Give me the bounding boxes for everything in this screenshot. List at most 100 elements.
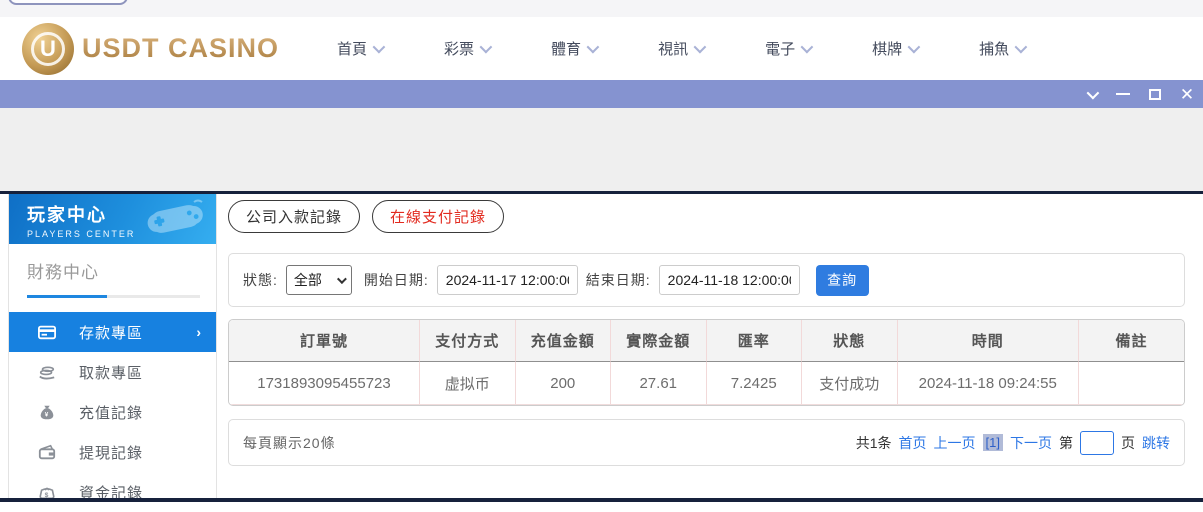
chevron-down-icon	[372, 40, 386, 54]
sidebar-item-withdraw-zone[interactable]: 取款專區	[9, 352, 216, 392]
nav-label: 視訊	[658, 41, 689, 58]
svg-text:¥: ¥	[45, 412, 49, 419]
sidebar: 玩家中心 PLAYERS CENTER 財務中心 存款專區 › 取款專區 ¥ 充…	[8, 194, 217, 502]
table-row: 1731893095455723 虚拟币 200 27.61 7.2425 支付…	[229, 362, 1184, 405]
chevron-down-icon	[1086, 86, 1099, 99]
nav-label: 電子	[765, 41, 796, 58]
titlebar-chevron-button[interactable]	[1075, 80, 1107, 108]
nav-item-sports[interactable]: 體育	[551, 38, 600, 59]
jump-suffix-text: 页	[1121, 434, 1135, 451]
close-icon: ✕	[1179, 84, 1195, 104]
tab-label: 公司入款記錄	[246, 209, 343, 226]
pagination-bar: 每頁顯示20條 共1条 首页 上一页 [1] 下一页 第 页 跳转	[228, 419, 1185, 466]
first-page-link[interactable]: 首页	[899, 433, 927, 453]
main-nav: 首頁 彩票 體育 視訊 電子 棋牌 捕魚	[337, 38, 1028, 59]
gray-band	[0, 108, 1203, 191]
site-header: U USDT CASINO 首頁 彩票 體育 視訊 電子 棋牌 捕魚	[0, 17, 1203, 80]
logo-ball-icon: U	[22, 22, 74, 75]
next-page-link[interactable]: 下一页	[1010, 433, 1052, 453]
start-date-label: 開始日期:	[363, 272, 429, 288]
withdraw-hand-icon	[37, 362, 57, 382]
minimize-button[interactable]	[1107, 80, 1139, 108]
chevron-down-icon	[907, 40, 921, 54]
logo-text: USDT CASINO	[82, 33, 280, 63]
start-date-input[interactable]	[436, 265, 578, 295]
logo-monogram: U	[40, 35, 56, 61]
header-time: 時間	[897, 320, 1079, 362]
finance-underline	[27, 295, 200, 298]
table-header-row: 訂單號 支付方式 充值金額 實際金額 匯率 狀態 時間 備註	[229, 320, 1184, 362]
status-label: 狀態:	[243, 272, 278, 288]
search-button[interactable]: 查詢	[815, 264, 869, 296]
nav-label: 棋牌	[872, 41, 903, 58]
end-date-label: 結束日期:	[585, 272, 651, 288]
filter-panel: 狀態: 全部 開始日期: 結束日期: 查詢	[228, 253, 1185, 307]
bottom-divider	[0, 498, 1203, 502]
nav-label: 彩票	[444, 41, 475, 58]
end-date-input[interactable]	[658, 265, 800, 295]
tab-company-deposit-records[interactable]: 公司入款記錄	[228, 200, 361, 233]
sidebar-item-label: 取款專區	[79, 364, 144, 382]
chevron-down-icon	[693, 40, 707, 54]
maximize-icon	[1149, 88, 1161, 100]
finance-section: 財務中心	[9, 244, 216, 298]
header-recharge-amount: 充值金額	[515, 320, 611, 362]
chevron-down-icon	[586, 40, 600, 54]
sidebar-item-deposit-zone[interactable]: 存款專區 ›	[9, 312, 216, 352]
deposit-card-icon	[37, 322, 57, 342]
nav-label: 首頁	[337, 41, 368, 58]
window-titlebar: ✕	[0, 80, 1203, 108]
maximize-button[interactable]	[1139, 80, 1171, 108]
header-actual-amount: 實際金額	[611, 320, 707, 362]
jump-button[interactable]: 跳转	[1142, 433, 1170, 453]
jump-page-input[interactable]	[1080, 430, 1114, 455]
cell-recharge-amount: 200	[515, 362, 611, 405]
tab-online-payment-records[interactable]: 在線支付記錄	[372, 200, 505, 233]
sidebar-item-label: 充值記錄	[79, 404, 144, 422]
chevron-down-icon	[479, 40, 493, 54]
close-button[interactable]: ✕	[1171, 80, 1203, 108]
header-pay-method: 支付方式	[420, 320, 516, 362]
sidebar-item-funds-records[interactable]: $ 資金記錄	[9, 472, 216, 512]
cell-actual-amount: 27.61	[611, 362, 707, 405]
pagination-controls: 共1条 首页 上一页 [1] 下一页 第 页 跳转	[856, 430, 1170, 455]
records-table: 訂單號 支付方式 充值金額 實際金額 匯率 狀態 時間 備註 173189309…	[228, 319, 1185, 406]
cutoff-pill-fragment	[8, 0, 128, 5]
nav-item-slots[interactable]: 電子	[765, 38, 814, 59]
money-bag-icon: ¥	[37, 402, 57, 422]
nav-item-fishing[interactable]: 捕魚	[979, 38, 1028, 59]
chevron-down-icon	[1014, 40, 1028, 54]
cell-exchange-rate: 7.2425	[706, 362, 802, 405]
sidebar-header: 玩家中心 PLAYERS CENTER	[9, 194, 216, 244]
header-note: 備註	[1078, 320, 1184, 362]
status-select[interactable]: 全部	[285, 265, 352, 295]
header-status: 狀態	[802, 320, 898, 362]
header-exchange-rate: 匯率	[706, 320, 802, 362]
current-page-badge: [1]	[982, 434, 1003, 451]
site-logo[interactable]: U USDT CASINO	[22, 22, 280, 75]
cell-order-no: 1731893095455723	[229, 362, 420, 405]
chevron-right-icon: ›	[196, 324, 202, 340]
gamepad-icon	[147, 199, 203, 233]
status-select-value: 全部	[293, 272, 322, 288]
sidebar-item-recharge-records[interactable]: ¥ 充值記錄	[9, 392, 216, 432]
cell-note	[1078, 362, 1184, 405]
finance-section-title: 財務中心	[27, 263, 99, 282]
nav-label: 捕魚	[979, 41, 1010, 58]
prev-page-link[interactable]: 上一页	[934, 433, 976, 453]
header-order-no: 訂單號	[229, 320, 420, 362]
chevron-down-icon	[800, 40, 814, 54]
nav-item-live[interactable]: 視訊	[658, 38, 707, 59]
sidebar-item-label: 存款專區	[79, 324, 144, 342]
nav-item-cards[interactable]: 棋牌	[872, 38, 921, 59]
player-center-page: 玩家中心 PLAYERS CENTER 財務中心 存款專區 › 取款專區 ¥ 充…	[0, 194, 1203, 502]
main-content: 公司入款記錄 在線支付記錄 狀態: 全部 開始日期: 結束日期: 查詢 訂單號 …	[228, 194, 1185, 466]
cell-time: 2024-11-18 09:24:55	[897, 362, 1079, 405]
sidebar-item-withdraw-records[interactable]: 提現記錄	[9, 432, 216, 472]
record-tabs: 公司入款記錄 在線支付記錄	[228, 200, 1185, 233]
nav-item-lottery[interactable]: 彩票	[444, 38, 493, 59]
chevron-down-icon	[336, 273, 347, 284]
cell-pay-method: 虚拟币	[420, 362, 516, 405]
nav-item-home[interactable]: 首頁	[337, 38, 386, 59]
top-strip	[0, 0, 1203, 17]
